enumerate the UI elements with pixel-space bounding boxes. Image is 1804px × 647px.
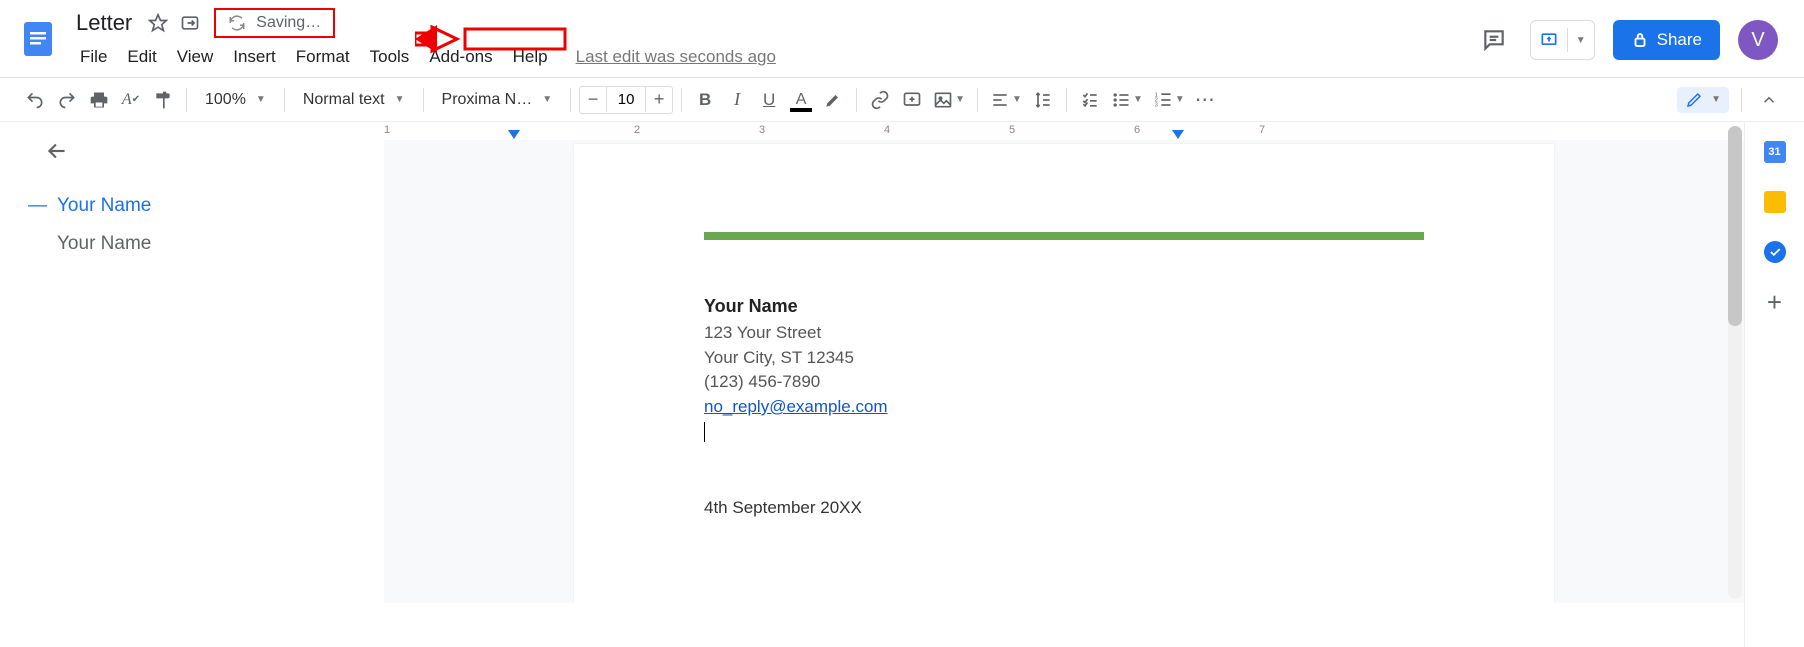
outline-pane: — Your Name — Your Name [24,122,384,603]
present-button[interactable]: ▼ [1530,20,1595,60]
chevron-down-icon: ▼ [542,94,552,105]
align-button[interactable]: ▼ [986,85,1026,115]
docs-logo[interactable] [16,8,60,68]
font-size-stepper[interactable]: − 10 + [579,86,673,114]
menu-view[interactable]: View [167,43,224,71]
menu-edit[interactable]: Edit [117,43,166,71]
line-spacing-button[interactable] [1028,85,1058,115]
checklist-button[interactable] [1075,85,1105,115]
decrease-font-button[interactable]: − [580,89,606,110]
hide-menus-button[interactable] [1754,85,1784,115]
outline-active-indicator: — [28,195,47,217]
paint-format-button[interactable] [148,85,178,115]
chevron-down-icon: ▼ [256,94,266,105]
underline-button[interactable]: U [754,85,784,115]
chevron-down-icon: ▼ [1711,94,1721,105]
redo-button[interactable] [52,85,82,115]
paragraph-style-combo[interactable]: Normal text▼ [293,85,415,115]
italic-button[interactable]: I [722,85,752,115]
more-button[interactable]: ⋯ [1191,85,1221,115]
saving-status: Saving… [214,8,335,38]
close-outline-button[interactable] [44,138,70,164]
ruler-left-indent-icon[interactable] [508,130,520,139]
menu-format[interactable]: Format [286,43,360,71]
vertical-ruler [0,122,24,603]
doc-sender-name: Your Name [704,296,1424,317]
doc-city: Your City, ST 12345 [704,346,1424,371]
font-size-value[interactable]: 10 [606,87,646,112]
doc-street: 123 Your Street [704,321,1424,346]
outline-item-label: Your Name [57,195,151,217]
numbered-list-button[interactable]: 123▼ [1149,85,1189,115]
bulleted-list-button[interactable]: ▼ [1107,85,1147,115]
insert-image-button[interactable]: ▼ [929,85,969,115]
annotation-arrow-icon [415,19,575,59]
zoom-combo[interactable]: 100%▼ [195,85,276,115]
toolbar: A✔ 100%▼ Normal text▼ Proxima N…▼ − 10 +… [0,78,1804,122]
chevron-down-icon: ▼ [1576,35,1586,46]
bold-button[interactable]: B [690,85,720,115]
chevron-down-icon: ▼ [395,94,405,105]
document-page[interactable]: Your Name 123 Your Street Your City, ST … [574,144,1554,603]
doc-phone: (123) 456-7890 [704,370,1424,395]
editing-mode-button[interactable]: ▼ [1677,87,1729,113]
star-icon[interactable] [144,9,172,37]
doc-email-link[interactable]: no_reply@example.com [704,397,888,416]
text-color-button[interactable]: A [786,85,816,115]
scrollbar-thumb[interactable] [1728,126,1742,326]
text-cursor [704,422,1424,442]
undo-button[interactable] [20,85,50,115]
side-panel: 31 + [1744,122,1804,647]
add-addon-button[interactable]: + [1763,290,1787,314]
ruler-right-indent-icon[interactable] [1172,130,1184,139]
sync-icon [228,14,246,32]
saving-text: Saving… [256,14,321,32]
document-title[interactable]: Letter [70,8,138,38]
svg-text:3: 3 [1155,102,1158,108]
menu-tools[interactable]: Tools [360,43,420,71]
increase-font-button[interactable]: + [646,89,672,110]
move-icon[interactable] [176,9,204,37]
doc-date: 4th September 20XX [704,498,1424,518]
account-avatar[interactable]: V [1738,20,1778,60]
print-button[interactable] [84,85,114,115]
menu-file[interactable]: File [70,43,117,71]
last-edit-link[interactable]: Last edit was seconds ago [576,47,776,67]
calendar-icon[interactable]: 31 [1763,140,1787,164]
outline-item[interactable]: — Your Name [44,187,364,225]
outline-item-label: Your Name [57,233,151,255]
horizontal-ruler[interactable]: 1 2 3 4 5 6 7 [384,122,1744,140]
menu-insert[interactable]: Insert [223,43,286,71]
highlight-button[interactable] [818,85,848,115]
share-label: Share [1657,30,1702,50]
comments-icon[interactable] [1476,22,1512,58]
outline-item[interactable]: — Your Name [44,225,364,263]
insert-link-button[interactable] [865,85,895,115]
spellcheck-button[interactable]: A✔ [116,85,146,115]
add-comment-button[interactable] [897,85,927,115]
document-header-bar [704,232,1424,240]
tasks-icon[interactable] [1763,240,1787,264]
share-button[interactable]: Share [1613,20,1720,60]
keep-icon[interactable] [1763,190,1787,214]
font-combo[interactable]: Proxima N…▼ [432,85,563,115]
